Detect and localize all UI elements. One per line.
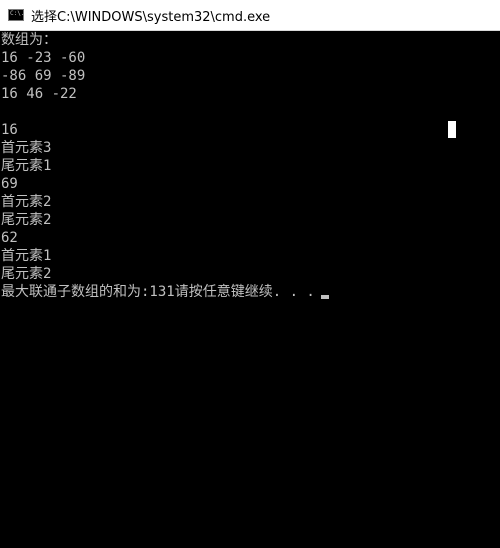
console-line-result: 最大联通子数组的和为:131请按任意键继续. . .	[1, 283, 329, 301]
console-line-sum-2: 69	[1, 176, 18, 192]
result-text: 最大联通子数组的和为:131请按任意键继续. . .	[1, 284, 315, 300]
console-icon-text: C:\.	[10, 10, 25, 17]
title-bar[interactable]: C:\. 选择C:\WINDOWS\system32\cmd.exe	[0, 0, 500, 31]
console-line-last-elem-3: 尾元素2	[1, 266, 52, 282]
window-title: 选择C:\WINDOWS\system32\cmd.exe	[31, 9, 271, 25]
console-line-sum-1: 16	[1, 122, 18, 138]
console-line-last-elem-2: 尾元素2	[1, 212, 52, 228]
console-line-sum-3: 62	[1, 230, 18, 246]
console-line-array-header: 数组为：	[1, 32, 57, 48]
console-line-last-elem-1: 尾元素1	[1, 158, 52, 174]
console-line-row-2: -86 69 -89	[1, 68, 86, 84]
console-line-first-elem-3: 首元素1	[1, 248, 52, 264]
selection-marker	[448, 121, 456, 138]
console-line-row-3: 16 46 -22	[1, 86, 77, 102]
console-line-row-1: 16 -23 -60	[1, 50, 86, 66]
text-cursor	[320, 295, 329, 299]
console-line-first-elem-1: 首元素3	[1, 140, 52, 156]
console-icon[interactable]: C:\.	[8, 9, 24, 21]
cmd-window: C:\. 选择C:\WINDOWS\system32\cmd.exe 数组为： …	[0, 0, 500, 548]
console-line-first-elem-2: 首元素2	[1, 194, 52, 210]
console-output[interactable]: 数组为： 16 -23 -60 -86 69 -89 16 46 -22 16 …	[0, 31, 500, 548]
